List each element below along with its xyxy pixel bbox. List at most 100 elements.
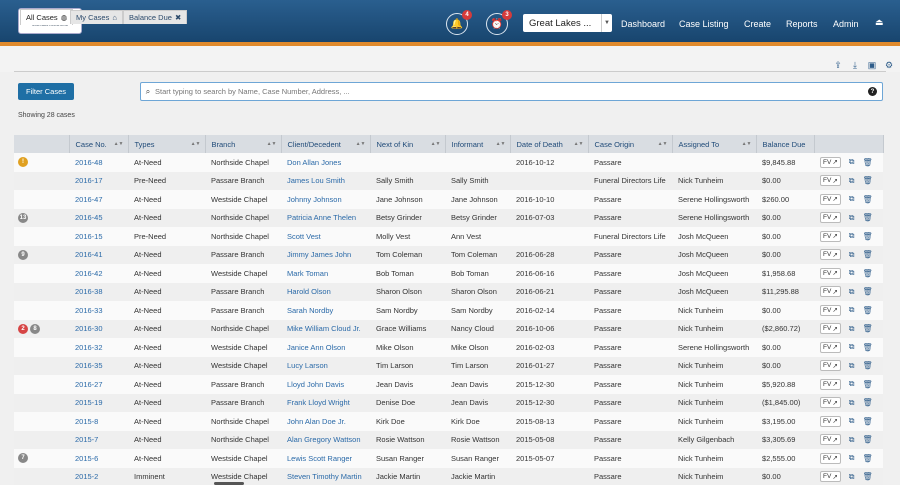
copy-icon[interactable]: ⧉ [849,435,855,445]
copy-icon[interactable]: ⧉ [849,379,855,389]
copy-icon[interactable]: ⧉ [849,472,855,482]
trash-icon[interactable]: 🗑 [862,454,872,463]
col-case-origin[interactable]: Case Origin ▲▼ [588,135,673,153]
table-row[interactable]: 2016-35 At-Need Westside Chapel Lucy Larson… [14,356,883,375]
col-case-no[interactable]: Case No. ▲▼ [69,135,129,153]
nav-dashboard[interactable]: Dashboard [621,19,665,29]
alert-badge[interactable]: 13 [18,212,28,223]
trash-icon[interactable]: 🗑 [862,472,872,481]
case-number-link[interactable]: 2016-17 [69,171,128,190]
fv-button[interactable]: FV ↗ [820,249,841,261]
case-number-link[interactable]: 2015-8 [69,412,128,431]
case-number-link[interactable]: 2016-48 [69,153,128,172]
download-icon[interactable]: ⤓ [850,60,860,70]
case-number-link[interactable]: 2016-33 [69,301,128,320]
client-link[interactable]: Janice Ann Olson [281,338,370,357]
col-types[interactable]: Types ▲▼ [128,135,206,153]
case-number-link[interactable]: 2015-19 [69,393,128,412]
client-link[interactable]: Mike William Cloud Jr. [281,319,370,338]
case-number-link[interactable]: 2016-41 [69,245,128,264]
table-row[interactable]: 2016-32 At-Need Westside Chapel Janice Ann … [14,338,883,357]
table-row[interactable]: 2016-42 At-Need Westside Chapel Mark Toman B… [14,264,883,283]
alert-badge[interactable]: 8 [30,323,40,334]
col-date-of-death[interactable]: Date of Death ▲▼ [510,135,589,153]
trash-icon[interactable]: 🗑 [862,306,872,315]
nav-reports[interactable]: Reports [786,19,818,29]
case-number-link[interactable]: 2016-30 [69,319,128,338]
table-row[interactable]: 2016-38 At-Need Passare Branch Harold Olson… [14,282,883,301]
trash-icon[interactable]: 🗑 [862,269,872,278]
archive-icon[interactable]: ▣ [867,60,877,70]
client-link[interactable]: Harold Olson [281,282,370,301]
trash-icon[interactable]: 🗑 [862,435,872,444]
alert-badge[interactable]: 2 [18,323,28,334]
fv-button[interactable]: FV ↗ [820,230,841,242]
trash-icon[interactable]: 🗑 [862,213,872,222]
client-link[interactable]: Lloyd John Davis [281,375,370,394]
fv-button[interactable]: FV ↗ [820,471,841,483]
table-row[interactable]: 2016-47 At-Need Westside Chapel Johnny John… [14,190,883,209]
trash-icon[interactable]: 🗑 [862,417,872,426]
copy-icon[interactable]: ⧉ [849,157,855,167]
trash-icon[interactable]: 🗑 [862,324,872,333]
fv-button[interactable]: FV ↗ [820,212,841,224]
copy-icon[interactable]: ⧉ [849,342,855,352]
copy-icon[interactable]: ⧉ [849,398,855,408]
case-number-link[interactable]: 2016-32 [69,338,128,357]
upload-icon[interactable]: ⇪ [833,60,843,70]
table-row[interactable]: 2015-19 At-Need Passare Branch Frank Lloyd … [14,393,883,412]
fv-button[interactable]: FV ↗ [820,452,841,464]
trash-icon[interactable]: 🗑 [862,158,872,167]
col-balance-due[interactable]: Balance Due [756,135,815,153]
client-link[interactable]: Patricia Anne Thelen [281,208,370,227]
copy-icon[interactable]: ⧉ [849,250,855,260]
trash-icon[interactable]: 🗑 [862,195,872,204]
table-row[interactable]: 2016-17 Pre-Need Passare Branch James Lou S… [14,171,883,190]
help-icon[interactable]: ? [868,87,877,96]
client-link[interactable]: Lewis Scott Ranger [281,449,370,468]
fv-button[interactable]: FV ↗ [820,434,841,446]
copy-icon[interactable]: ⧉ [849,231,855,241]
fv-button[interactable]: FV ↗ [820,286,841,298]
table-row[interactable]: 2016-15 Pre-Need Northside Chapel Scott Ves… [14,227,883,246]
fv-button[interactable]: FV ↗ [820,156,841,168]
client-link[interactable]: Scott Vest [281,227,370,246]
col-client[interactable]: Client/Decedent ▲▼ [281,135,371,153]
case-number-link[interactable]: 2016-42 [69,264,128,283]
col-informant[interactable]: Informant ▲▼ [445,135,511,153]
client-link[interactable]: Jimmy James John [281,245,370,264]
filter-cases-button[interactable]: Filter Cases [18,83,74,100]
case-number-link[interactable]: 2016-15 [69,227,128,246]
client-link[interactable]: Alan Gregory Wattson [281,430,370,449]
gear-icon[interactable]: ⚙ [884,60,894,70]
table-row[interactable]: 2016-27 At-Need Passare Branch Lloyd John D… [14,375,883,394]
fv-button[interactable]: FV ↗ [820,175,841,187]
case-number-link[interactable]: 2016-35 [69,356,128,375]
col-branch[interactable]: Branch ▲▼ [205,135,282,153]
copy-icon[interactable]: ⧉ [849,361,855,371]
nav-case-listing[interactable]: Case Listing [679,19,729,29]
case-number-link[interactable]: 2016-45 [69,208,128,227]
case-number-link[interactable]: 2015-7 [69,430,128,449]
fv-button[interactable]: FV ↗ [820,397,841,409]
fv-button[interactable]: FV ↗ [820,304,841,316]
client-link[interactable]: James Lou Smith [281,171,370,190]
fv-button[interactable]: FV ↗ [820,193,841,205]
table-row[interactable]: 2015-8 At-Need Northside Chapel John Alan D… [14,412,883,431]
col-assigned-to[interactable]: Assigned To ▲▼ [672,135,757,153]
client-link[interactable]: Sarah Nordby [281,301,370,320]
client-link[interactable]: Johnny Johnson [281,190,370,209]
copy-icon[interactable]: ⧉ [849,324,855,334]
case-number-link[interactable]: 2016-38 [69,282,128,301]
table-row[interactable]: 7 2015-6 At-Need Westside Chapel Lewis Scott… [14,449,883,468]
tab-balance-due[interactable]: Balance Due ✖ [123,10,188,24]
fv-button[interactable]: FV ↗ [820,267,841,279]
fv-button[interactable]: FV ↗ [820,341,841,353]
trash-icon[interactable]: 🗑 [862,176,872,185]
nav-create[interactable]: Create [744,19,771,29]
trash-icon[interactable]: 🗑 [862,232,872,241]
copy-icon[interactable]: ⧉ [849,305,855,315]
tab-my-cases[interactable]: My Cases ⌂ [70,10,123,24]
copy-icon[interactable]: ⧉ [849,416,855,426]
trash-icon[interactable]: 🗑 [862,398,872,407]
